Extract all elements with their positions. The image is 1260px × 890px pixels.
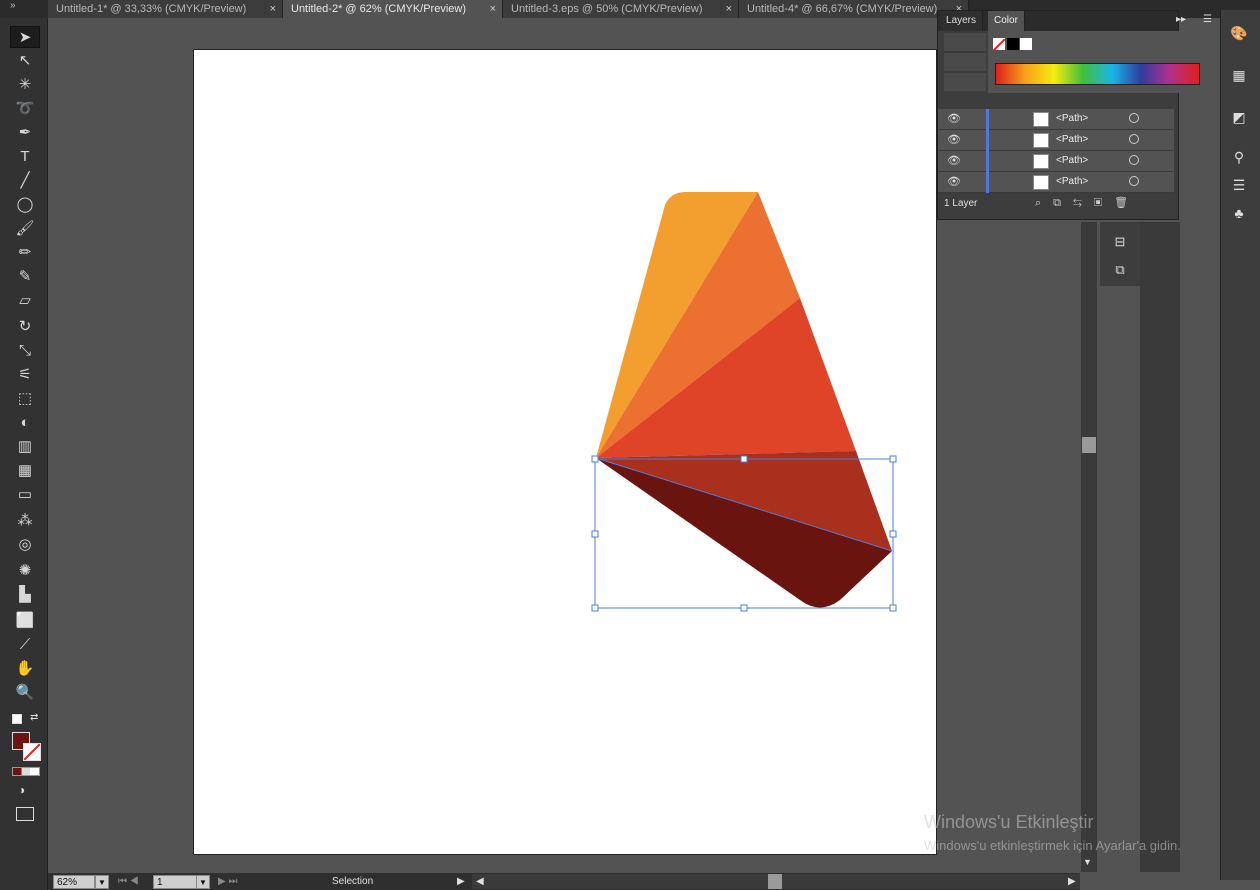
gradient-panel-icon[interactable]: ◩ [1228,106,1250,128]
vertical-scrollbar-thumb[interactable] [1082,437,1096,453]
scroll-left-icon[interactable]: ◀ [476,873,484,890]
layer-color-bar [986,151,989,172]
windows-activation-title: Windows'u Etkinleştir [924,812,1094,832]
horizontal-scrollbar-thumb[interactable] [768,874,782,889]
artboard-nav-first-prev-icons[interactable]: ⏮ ◀ [118,873,139,890]
scroll-right-icon[interactable]: ▶ [1068,873,1076,890]
layer-row-name: <Path> [1056,134,1089,145]
panel-gutter [1140,222,1180,872]
color-spectrum-bar[interactable] [995,63,1200,85]
target-circle-icon[interactable] [1129,113,1139,123]
none-slash-icon [992,38,1006,52]
windows-activation-subtitle: Windows'u etkinleştirmek için Ayarlar'a … [924,838,1181,853]
tab-color[interactable]: Color [988,11,1025,31]
layer-row[interactable]: 👁 <Path> [938,172,1174,193]
path-thumbnail [1033,133,1049,148]
artboard-dropdown-icon[interactable]: ▼ [196,875,210,889]
white-swatch[interactable] [1020,38,1032,50]
target-circle-icon[interactable] [1129,176,1139,186]
layer-row[interactable]: 👁 <Path> [938,109,1174,130]
swatches-icon[interactable]: ▦ [1228,64,1250,86]
layer-row-name: <Path> [1056,155,1089,166]
layer-row-name: <Path> [1056,113,1089,124]
path-thumbnail [1033,175,1049,190]
align-panel-icon[interactable]: ⊟ [1110,232,1130,252]
panel-grid [944,31,986,91]
tab-layers[interactable]: Layers [940,11,984,31]
visibility-eye-icon[interactable]: 👁 [947,133,961,146]
visibility-eye-icon[interactable]: 👁 [947,112,961,125]
layer-color-bar [986,109,989,130]
color-guide-icon[interactable]: 🎨 [1228,22,1250,44]
vertical-scrollbar[interactable] [1081,222,1097,872]
path-thumbnail [1033,154,1049,169]
path-thumbnail [1033,112,1049,127]
pathfinder-panel-icon[interactable]: ⧉ [1110,260,1130,280]
current-tool-label: Selection [332,876,374,887]
status-menu-icon[interactable]: ▶ [457,873,465,890]
layer-row-name: <Path> [1056,176,1089,187]
artboard-nav-next-last-icons[interactable]: ▶ ⏭ [218,873,237,890]
target-circle-icon[interactable] [1129,155,1139,165]
scroll-down-icon[interactable]: ▼ [1083,857,1095,869]
layer-row[interactable]: 👁 <Path> [938,151,1174,172]
artboard-number-field[interactable]: 1 [153,875,197,889]
symbols-icon[interactable]: ♣ [1228,202,1250,224]
stroke-panel-icon[interactable]: ☰ [1228,174,1250,196]
visibility-eye-icon[interactable]: 👁 [947,154,961,167]
zoom-dropdown-icon[interactable]: ▼ [95,875,109,889]
layer-color-bar [986,172,989,193]
panel-menu-icon[interactable]: ☰ [1203,14,1212,25]
visibility-eye-icon[interactable]: 👁 [947,175,961,188]
layer-row[interactable]: 👁 <Path> [938,130,1174,151]
target-circle-icon[interactable] [1129,134,1139,144]
zoom-field[interactable]: 62% [53,875,95,889]
panel-collapse-icon[interactable]: ▸▸ [1176,14,1186,25]
right-icon-dock [1220,10,1260,880]
none-swatch[interactable] [992,38,1006,52]
layer-count: 1 Layer [944,198,978,209]
black-swatch[interactable] [1007,38,1019,50]
brushes-icon[interactable]: ⚲ [1228,146,1250,168]
layer-color-bar [986,130,989,151]
layers-footer-icons[interactable]: ⌕⧉⇆▣🗑 [1035,196,1140,210]
